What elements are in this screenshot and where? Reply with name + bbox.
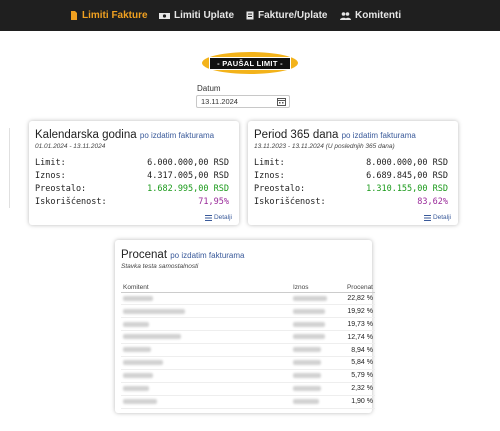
- users-icon: [340, 11, 351, 20]
- procenat-value: 5,79 %: [331, 369, 375, 383]
- redacted-komitent: [123, 385, 149, 391]
- redacted-komitent: [123, 373, 153, 379]
- datum-input[interactable]: 13.11.2024: [196, 95, 290, 108]
- redacted-komitent: [123, 308, 185, 314]
- card-kalendarska-godina: Kalendarska godina po izdatim fakturama …: [29, 121, 239, 225]
- procenat-value: 1,90 %: [331, 395, 375, 409]
- top-navbar: Limiti Fakture Limiti Uplate Fakture/Upl…: [0, 0, 500, 31]
- limit-label: Limit:: [254, 158, 285, 168]
- procenat-value: 19,73 %: [331, 317, 375, 332]
- preostalo-value: 1.682.995,00 RSD: [147, 184, 229, 194]
- redacted-iznos: [293, 398, 319, 404]
- list-icon: [204, 214, 212, 221]
- nav-limiti-uplate-label: Limiti Uplate: [174, 10, 235, 21]
- card-procenat: Procenat po izdatim fakturama Stavka tes…: [115, 240, 375, 413]
- table-row: 19,92 %: [121, 304, 375, 319]
- redacted-komitent: [123, 347, 151, 353]
- card-subtitle-link[interactable]: po izdatim fakturama: [342, 131, 416, 140]
- datum-value: 13.11.2024: [201, 97, 238, 106]
- nav-fakture-uplate-label: Fakture/Uplate: [258, 10, 328, 21]
- ledger-icon: [246, 11, 254, 20]
- table-row: 5,79 %: [121, 369, 375, 383]
- table-row: 22,82 %: [121, 292, 375, 306]
- redacted-komitent: [123, 360, 163, 366]
- card-title-text: Kalendarska godina: [35, 129, 137, 141]
- redacted-komitent: [123, 334, 181, 340]
- procenat-value: 22,82 %: [331, 292, 375, 306]
- document-icon: [71, 11, 77, 20]
- card-title-text: Period 365 dana: [254, 129, 339, 141]
- iskoriscenost-value: 83,62%: [417, 197, 448, 207]
- card-title: Period 365 dana po izdatim fakturama: [254, 129, 416, 141]
- preostalo-label: Preostalo:: [254, 184, 306, 194]
- iskoriscenost-value: 71,95%: [198, 197, 229, 207]
- table-header-row: Komitent Iznos Procenat: [121, 284, 375, 293]
- col-komitent: Komitent: [121, 284, 291, 293]
- iznos-label: Iznos:: [254, 171, 285, 181]
- nav-fakture-uplate[interactable]: Fakture/Uplate: [246, 0, 327, 31]
- redacted-iznos: [293, 385, 321, 391]
- card-subtitle-link[interactable]: po izdatim fakturama: [170, 251, 244, 260]
- card-title-text: Procenat: [121, 249, 168, 261]
- redacted-iznos: [293, 347, 321, 353]
- procenat-value: 12,74 %: [331, 330, 375, 345]
- preostalo-value: 1.310.155,00 RSD: [366, 184, 448, 194]
- calendar-icon[interactable]: [277, 97, 286, 106]
- detalji-label: Detalji: [432, 214, 451, 221]
- limit-value: 8.000.000,00 RSD: [366, 158, 448, 168]
- procenat-value: 19,92 %: [331, 304, 375, 319]
- detalji-link[interactable]: Detalji: [423, 214, 451, 221]
- iznos-value: 6.689.845,00 RSD: [366, 171, 448, 181]
- iznos-value: 4.317.005,00 RSD: [147, 171, 229, 181]
- limit-value: 6.000.000,00 RSD: [147, 158, 229, 168]
- list-icon: [423, 214, 431, 221]
- redacted-iznos: [293, 308, 325, 314]
- redacted-iznos: [293, 373, 321, 379]
- redacted-iznos: [293, 334, 325, 340]
- nav-komitenti-label: Komitenti: [355, 10, 402, 21]
- datum-label: Datum: [197, 84, 221, 93]
- nav-komitenti[interactable]: Komitenti: [340, 0, 401, 31]
- limit-label: Limit:: [35, 158, 66, 168]
- iskoriscenost-label: Iskorišćenost:: [254, 197, 326, 207]
- procenat-value: 5,84 %: [331, 356, 375, 370]
- card-title: Kalendarska godina po izdatim fakturama: [35, 129, 214, 141]
- card-subtitle-link[interactable]: po izdatim fakturama: [140, 131, 214, 140]
- col-iznos: Iznos: [291, 284, 331, 293]
- col-procenat: Procenat: [331, 284, 375, 293]
- card-title: Procenat po izdatim fakturama: [121, 249, 245, 261]
- redacted-iznos: [293, 295, 327, 301]
- preostalo-label: Preostalo:: [35, 184, 87, 194]
- table-row: 19,73 %: [121, 317, 375, 332]
- left-divider: [9, 128, 10, 208]
- pausal-limit-logo: - PAUŠAL LIMIT -: [202, 52, 298, 74]
- money-icon: [159, 12, 170, 19]
- redacted-komitent: [123, 321, 149, 327]
- table-row: 8,94 %: [121, 343, 375, 357]
- detalji-label: Detalji: [213, 214, 232, 221]
- procenat-value: 2,32 %: [331, 382, 375, 396]
- table-row: 1,90 %: [121, 395, 375, 409]
- redacted-iznos: [293, 321, 325, 327]
- table-row: 5,84 %: [121, 356, 375, 370]
- iskoriscenost-label: Iskorišćenost:: [35, 197, 107, 207]
- procenat-table: Komitent Iznos Procenat 22,82 % 19,92 % …: [121, 284, 375, 409]
- card-caption: Stavka testa samostalnosti: [121, 263, 199, 270]
- logo-text: - PAUŠAL LIMIT -: [209, 56, 291, 70]
- redacted-komitent: [123, 295, 153, 301]
- nav-limiti-fakture-label: Limiti Fakture: [82, 10, 148, 21]
- nav-limiti-uplate[interactable]: Limiti Uplate: [159, 0, 234, 31]
- table-row: 12,74 %: [121, 330, 375, 345]
- nav-limiti-fakture[interactable]: Limiti Fakture: [70, 0, 148, 31]
- table-row: 2,32 %: [121, 382, 375, 396]
- card-period-365: Period 365 dana po izdatim fakturama 13.…: [248, 121, 458, 225]
- procenat-value: 8,94 %: [331, 343, 375, 357]
- card-date-range: 13.11.2023 - 13.11.2024 (U poslednjih 36…: [254, 143, 395, 150]
- card-date-range: 01.01.2024 - 13.11.2024: [35, 143, 106, 150]
- redacted-iznos: [293, 360, 321, 366]
- redacted-komitent: [123, 398, 157, 404]
- iznos-label: Iznos:: [35, 171, 66, 181]
- detalji-link[interactable]: Detalji: [204, 214, 232, 221]
